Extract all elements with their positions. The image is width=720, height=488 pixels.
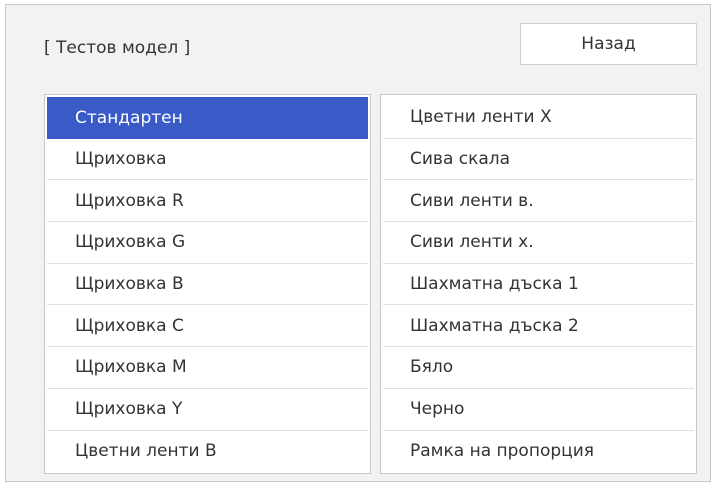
pattern-item-gray-bars-h[interactable]: Сиви ленти х. xyxy=(383,222,694,264)
pattern-item-hatch-r[interactable]: Щриховка R xyxy=(47,180,368,223)
pattern-item-color-bars-v[interactable]: Цветни ленти В xyxy=(47,431,368,473)
pattern-list-right: Цветни ленти Х Сива скала Сиви ленти в. … xyxy=(380,94,697,474)
pattern-item-hatch-b[interactable]: Щриховка B xyxy=(47,264,368,306)
pattern-item-checkerboard-1[interactable]: Шахматна дъска 1 xyxy=(383,264,694,306)
pattern-item-hatch-c[interactable]: Щриховка C xyxy=(47,305,368,348)
pattern-item-white[interactable]: Бяло xyxy=(383,347,694,389)
pattern-list-left: Стандартен Щриховка Щриховка R Щриховка … xyxy=(44,94,371,474)
pattern-item-gray-bars-v[interactable]: Сиви ленти в. xyxy=(383,180,694,223)
pattern-item-hatch[interactable]: Щриховка xyxy=(47,139,368,181)
pattern-item-black[interactable]: Черно xyxy=(383,389,694,431)
pattern-item-hatch-g[interactable]: Щриховка G xyxy=(47,222,368,264)
pattern-item-hatch-y[interactable]: Щриховка Y xyxy=(47,389,368,431)
back-button[interactable]: Назад xyxy=(520,23,697,65)
pattern-item-color-bars-h[interactable]: Цветни ленти Х xyxy=(383,97,694,139)
pattern-item-aspect-frame[interactable]: Рамка на пропорция xyxy=(383,431,694,473)
pattern-item-gray-scale[interactable]: Сива скала xyxy=(383,139,694,181)
pattern-item-checkerboard-2[interactable]: Шахматна дъска 2 xyxy=(383,305,694,348)
dialog-title: [ Тестов модел ] xyxy=(44,38,191,58)
pattern-item-standard[interactable]: Стандартен xyxy=(47,97,368,139)
pattern-item-hatch-m[interactable]: Щриховка M xyxy=(47,347,368,389)
test-pattern-dialog: [ Тестов модел ] Назад Стандартен Щрихов… xyxy=(5,4,711,482)
